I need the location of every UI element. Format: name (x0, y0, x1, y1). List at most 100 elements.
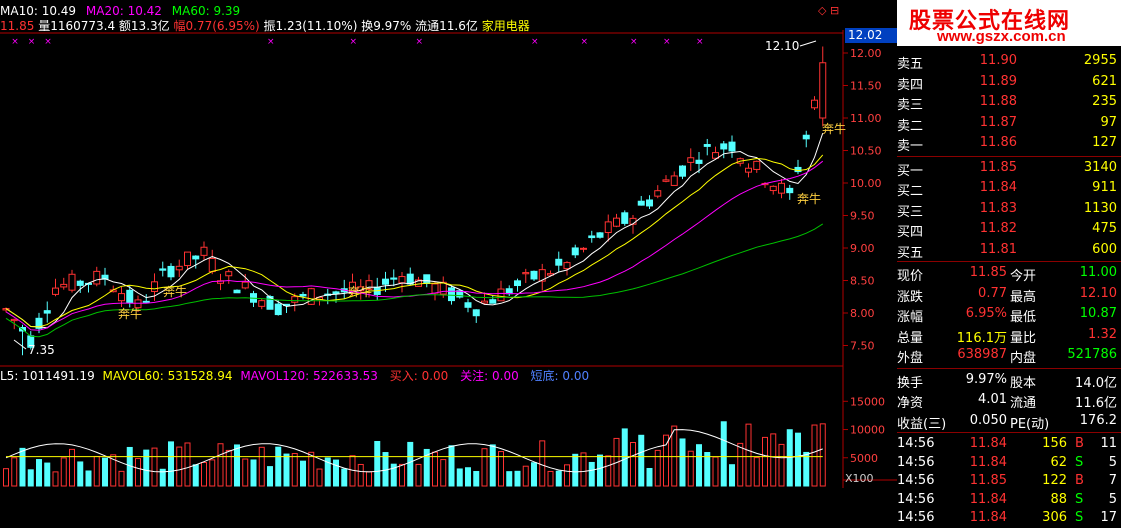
quote-header: 11.85 量1160773.4 额13.3亿 幅0.77(6.95%) 振1.… (0, 19, 530, 33)
header-volume: 量1160773.4 (38, 19, 116, 33)
candle-body (514, 280, 521, 287)
volume-bar (729, 464, 735, 487)
volume-bar (745, 423, 752, 487)
signal-marker: × (44, 37, 52, 47)
volume-bar (465, 467, 471, 487)
signal-marker: × (350, 37, 358, 47)
candle-body (571, 247, 579, 256)
stats-label-2: 流通 (1010, 396, 1037, 411)
price-tick-label: 7.50 (850, 340, 875, 353)
candle-body (786, 187, 794, 194)
stats-value: 9.97% (965, 371, 1007, 387)
kline-chart[interactable]: 12.00 11.50 11.00 10.50 10.00 9.50 9.00 8.50 8.0… (0, 0, 897, 488)
buy-signal-label: 买入: 0.00 (389, 369, 449, 383)
volume-bar (176, 446, 183, 487)
quote-row: 总量 116.1万 量比 1.32 (897, 325, 1121, 346)
candle-body (241, 281, 249, 289)
volume-bar (539, 440, 546, 487)
tick-volume: 62 (1050, 454, 1067, 470)
price-tick-label: 8.00 (850, 307, 875, 320)
candle-body (530, 270, 538, 280)
stats-row: 净资 4.01 流通 11.6亿 (897, 390, 1121, 411)
volume-bar (19, 447, 26, 487)
volume-bar (819, 423, 826, 487)
volume-bar (242, 458, 249, 487)
candle-body (258, 300, 266, 307)
candle-body (679, 165, 686, 177)
candle-body (307, 288, 315, 305)
tick-count: 11 (1100, 436, 1117, 451)
signal-marker: × (630, 37, 638, 47)
quote-row: 涨幅 6.95% 最低 10.87 (897, 304, 1121, 325)
volume-bar (11, 457, 18, 487)
bid-volume: 1130 (1083, 200, 1117, 216)
candle-body (398, 276, 406, 284)
tick-price: 11.85 (969, 473, 1007, 488)
volume-bar (275, 446, 282, 487)
high-pointer (799, 40, 817, 47)
ask-label: 卖五 (897, 57, 924, 72)
volume-bar (448, 445, 455, 487)
bid-volume: 3140 (1083, 159, 1117, 175)
signal-marker: × (11, 37, 19, 47)
header-change: 幅0.77(6.95%) (173, 19, 260, 33)
tick-time: 14:56 (897, 473, 935, 488)
volume-bar (102, 457, 108, 487)
candle-body (769, 185, 777, 192)
volume-bar (300, 460, 306, 487)
bid-row: 买一 11.85 3140 (897, 158, 1121, 179)
tick-price: 11.84 (969, 454, 1007, 470)
quote-label: 总量 (897, 330, 924, 346)
stats-value: 0.050 (969, 412, 1007, 428)
volume-bar (69, 448, 75, 487)
bid-row: 买五 11.81 600 (897, 240, 1121, 261)
quote-label: 涨幅 (897, 310, 924, 325)
candle-body (151, 281, 158, 292)
volume-bar (654, 449, 661, 487)
candle-body (720, 143, 728, 150)
window-icons[interactable]: ◇ ⊟ (818, 4, 839, 18)
panel-divider (897, 155, 1121, 157)
tick-count: 17 (1100, 510, 1117, 525)
volume-bar (44, 462, 51, 487)
volume-unit: X100 (845, 472, 874, 485)
ask-volume: 621 (1092, 73, 1117, 89)
volume-bar (258, 446, 265, 487)
volume-bar (36, 459, 42, 487)
volume-bar (118, 470, 125, 487)
ask-volume: 2955 (1083, 53, 1117, 68)
volume-bar (209, 459, 216, 487)
candle-body (555, 258, 563, 266)
quote-row: 涨跌 0.77 最高 12.10 (897, 284, 1121, 305)
volume-bar (737, 442, 744, 487)
volume-bar (720, 421, 727, 487)
ask-price: 11.88 (979, 94, 1017, 109)
candle-body (703, 144, 711, 147)
ask-label: 卖二 (897, 118, 924, 134)
bull-signal-label: 奔牛 (163, 284, 187, 299)
volume-bar (85, 470, 92, 487)
volume-bar (630, 442, 636, 487)
volume-bar (696, 444, 702, 487)
quote-value: 638987 (957, 347, 1007, 362)
volume-bar (712, 456, 719, 487)
candle-body (208, 258, 216, 273)
tick-row: 14:56 11.84 306 S 17 (897, 508, 1121, 528)
quote-value-2: 12.10 (1079, 285, 1117, 301)
volume-bar (316, 468, 323, 487)
quote-value: 11.85 (969, 265, 1007, 280)
tick-row: 14:56 11.84 88 S 5 (897, 490, 1121, 510)
panel-divider (897, 432, 1121, 433)
volume-bar (77, 461, 84, 487)
tick-side: B (1075, 436, 1084, 451)
bull-signal-label: 奔牛 (797, 191, 821, 206)
bid-row: 买三 11.83 1130 (897, 199, 1121, 220)
quote-label-2: 最低 (1010, 310, 1037, 325)
site-logo: 股票公式在线网 www.gszx.com.cn (897, 0, 1121, 46)
ask-row: 卖二 11.87 97 (897, 113, 1121, 134)
bull-signal-label: 奔牛 (118, 306, 142, 321)
volume-bar (407, 441, 414, 487)
ask-row: 卖五 11.90 2955 (897, 51, 1121, 72)
candle-body (299, 293, 307, 297)
quote-label-2: 最高 (1010, 289, 1037, 305)
